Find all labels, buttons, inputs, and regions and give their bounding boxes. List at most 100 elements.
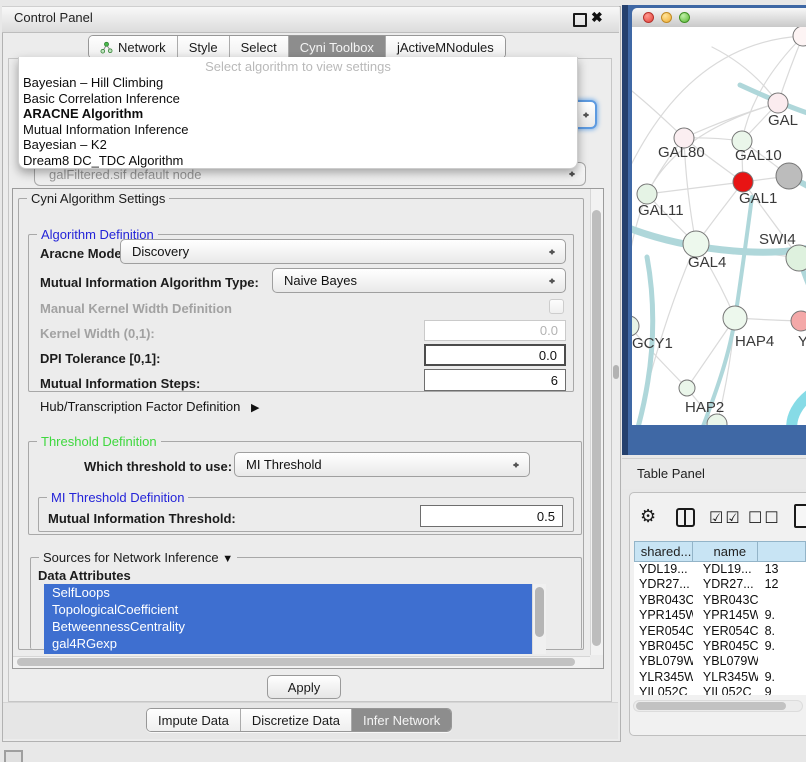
manual-kernel-label: Manual Kernel Width Definition: [40, 301, 232, 316]
node-hap2[interactable]: [679, 380, 695, 396]
table-row[interactable]: YIL052CYIL052C9: [634, 685, 806, 695]
dpi-tolerance-label: DPI Tolerance [0,1]:: [40, 351, 160, 366]
tab-impute-data[interactable]: Impute Data: [147, 709, 241, 731]
mi-steps-field[interactable]: 6: [424, 369, 566, 391]
tab-network-label: Network: [118, 40, 166, 55]
list-vscrollbar[interactable]: [532, 584, 546, 654]
combo-arrows-icon: [549, 246, 556, 258]
dropdown-prompt: Select algorithm to view settings: [19, 59, 577, 75]
zoom-traffic-light-icon[interactable]: [679, 12, 690, 23]
svg-text:GAL: GAL: [768, 112, 798, 129]
svg-text:HAP4: HAP4: [735, 333, 774, 350]
algorithm-option[interactable]: Bayesian – Hill Climbing: [19, 75, 577, 91]
algorithm-option[interactable]: Mutual Information Inference: [19, 122, 577, 138]
tab-infer-network[interactable]: Infer Network: [352, 709, 451, 731]
cyni-bottom-tabbar: Impute Data Discretize Data Infer Networ…: [146, 708, 452, 732]
node-hap4[interactable]: [723, 306, 747, 330]
data-attributes-label: Data Attributes: [38, 568, 131, 583]
network-view-canvas[interactable]: GAL GAL80 GAL10 GAL1 GAL11 GAL4 SWI4 GCY…: [632, 27, 806, 425]
algorithm-option[interactable]: Bayesian – K2: [19, 137, 577, 153]
select-all-checkboxes-icon[interactable]: ☑☑: [709, 508, 742, 528]
hub-definition-expander[interactable]: Hub/Transcription Factor Definition ▶: [40, 399, 259, 414]
svg-text:Y: Y: [798, 333, 806, 350]
network-node-labels: GAL GAL80 GAL10 GAL1 GAL11 GAL4 SWI4 GCY…: [632, 112, 806, 416]
column-header-shared-name[interactable]: shared...: [634, 541, 693, 562]
attribute-item[interactable]: gal4RGexp: [44, 635, 546, 652]
table-row[interactable]: YBR043CYBR043C: [634, 593, 806, 608]
mi-type-label: Mutual Information Algorithm Type:: [40, 275, 259, 290]
collapse-down-arrow-icon: ▼: [222, 553, 233, 565]
column-header-name[interactable]: name: [693, 541, 758, 562]
mi-type-combobox[interactable]: Naive Bayes: [272, 268, 566, 293]
svg-text:GAL80: GAL80: [658, 144, 705, 161]
algorithm-option[interactable]: Basic Correlation Inference: [19, 91, 577, 107]
node[interactable]: [793, 27, 806, 46]
algorithm-dropdown-popup: Select algorithm to view settings Bayesi…: [18, 57, 578, 169]
svg-text:GAL11: GAL11: [638, 202, 684, 219]
combo-arrows-icon: [513, 459, 520, 471]
settings-vscrollbar-thumb[interactable]: [592, 210, 601, 646]
table-row[interactable]: YDL19...YDL19...13: [634, 562, 806, 577]
svg-text:GAL10: GAL10: [735, 147, 782, 164]
float-window-icon[interactable]: [573, 13, 587, 27]
node-gal11[interactable]: [637, 184, 657, 204]
dpi-tolerance-field[interactable]: 0.0: [424, 344, 566, 366]
node-gcy1[interactable]: [632, 316, 639, 336]
minimized-panel-chip[interactable]: [4, 750, 23, 762]
settings-hscrollbar-thumb[interactable]: [17, 658, 575, 666]
node-gal1-selected[interactable]: [733, 172, 753, 192]
node-pink[interactable]: [791, 311, 806, 331]
network-nodes[interactable]: [632, 27, 806, 425]
svg-text:GAL4: GAL4: [688, 254, 726, 271]
combo-arrows-icon: [583, 109, 590, 121]
svg-text:SWI4: SWI4: [759, 231, 796, 248]
sources-collapse-toggle[interactable]: Sources for Network Inference ▼: [39, 550, 237, 565]
algorithm-option[interactable]: Dream8 DC_TDC Algorithm: [19, 153, 577, 169]
mi-threshold-field[interactable]: 0.5: [420, 505, 563, 527]
svg-text:HAP2: HAP2: [685, 399, 724, 416]
minimize-traffic-light-icon[interactable]: [661, 12, 672, 23]
table-row[interactable]: YLR345WYLR345W9.: [634, 670, 806, 685]
column-header[interactable]: [758, 541, 806, 562]
gear-icon[interactable]: ⚙: [640, 506, 656, 527]
control-panel-title: Control Panel: [14, 10, 93, 25]
screen: Control Panel ✖ Network Style Select Cyn…: [0, 0, 806, 762]
control-panel-titlebar: [2, 6, 619, 33]
svg-text:GCY1: GCY1: [632, 335, 673, 352]
tab-cyni-toolbox[interactable]: Cyni Toolbox: [289, 36, 386, 58]
node-gray[interactable]: [776, 163, 802, 189]
network-icon: [100, 41, 113, 54]
table-row[interactable]: YBL079WYBL079W: [634, 654, 806, 669]
expander-right-arrow-icon: ▶: [251, 402, 259, 414]
deselect-all-checkboxes-icon[interactable]: ☐☐: [748, 508, 781, 528]
node-gal-partial[interactable]: [768, 93, 788, 113]
tab-jactivemnodules[interactable]: jActiveMNodules: [386, 36, 505, 58]
attribute-item[interactable]: SelfLoops: [44, 584, 546, 601]
tab-discretize-data[interactable]: Discretize Data: [241, 709, 352, 731]
table-row[interactable]: YER054CYER054C8.: [634, 624, 806, 639]
table-hscrollbar-thumb[interactable]: [636, 702, 786, 710]
group-title: Cyni Algorithm Settings: [27, 191, 169, 206]
table-row[interactable]: YBR045CYBR045C9.: [634, 639, 806, 654]
apply-button[interactable]: Apply: [267, 675, 341, 699]
attribute-item[interactable]: TopologicalCoefficient: [44, 601, 546, 618]
tab-style[interactable]: Style: [178, 36, 230, 58]
list-vscrollbar-thumb[interactable]: [535, 587, 544, 637]
combo-arrows-icon: [549, 275, 556, 287]
combo-arrows-icon: [569, 168, 576, 180]
attribute-item[interactable]: BetweennessCentrality: [44, 618, 546, 635]
split-pane-handle[interactable]: [613, 365, 619, 379]
export-table-icon[interactable]: [794, 504, 806, 528]
close-icon[interactable]: ✖: [591, 9, 603, 26]
tab-select[interactable]: Select: [230, 36, 289, 58]
network-window-titlebar[interactable]: [632, 8, 806, 28]
aracne-mode-combobox[interactable]: Discovery: [120, 239, 566, 264]
close-traffic-light-icon[interactable]: [643, 12, 654, 23]
tab-network[interactable]: Network: [89, 36, 178, 58]
algorithm-option-aracne[interactable]: ARACNE Algorithm: [19, 106, 577, 122]
table-row[interactable]: YPR145WYPR145W9.: [634, 608, 806, 623]
node-table: shared... name YDL19...YDL19...13 YDR27.…: [634, 541, 806, 695]
table-row[interactable]: YDR27...YDR27...12: [634, 577, 806, 592]
which-threshold-combobox[interactable]: MI Threshold: [234, 452, 530, 477]
show-columns-icon[interactable]: [676, 508, 695, 527]
